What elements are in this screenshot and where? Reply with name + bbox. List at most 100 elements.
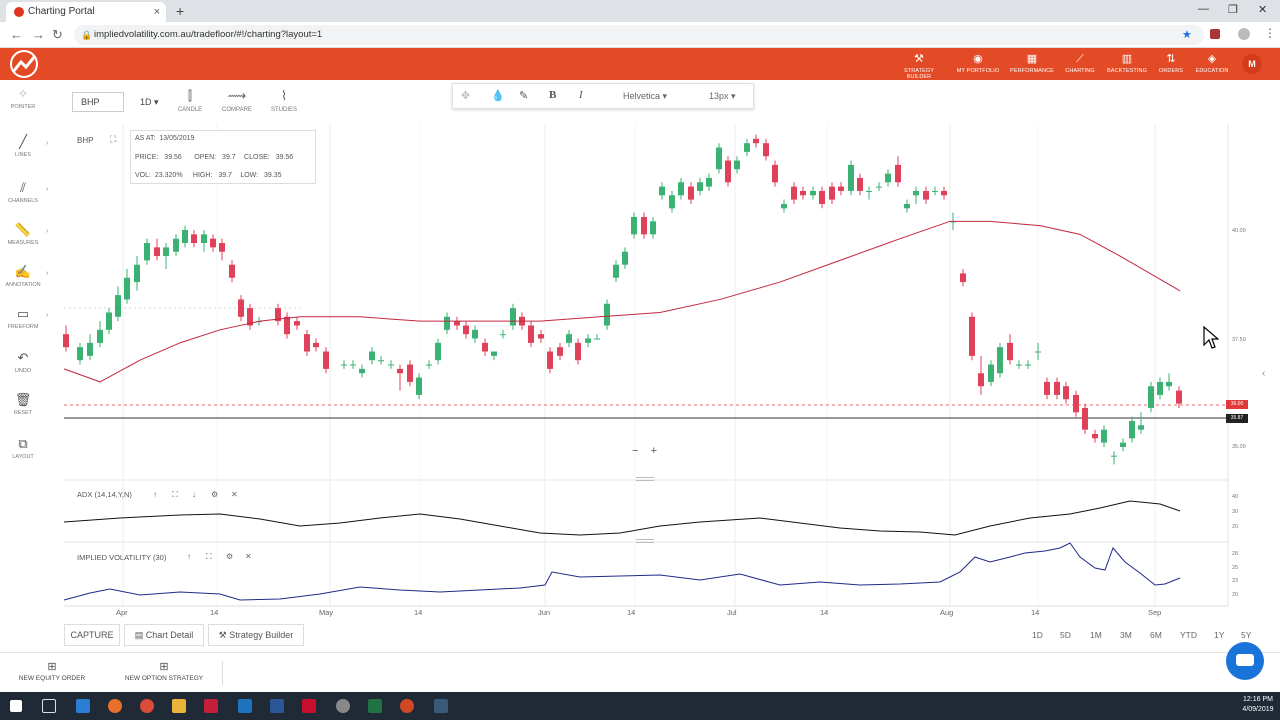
- timeframe-1y[interactable]: 1Y: [1214, 630, 1224, 640]
- pane-resize-handle[interactable]: [636, 477, 654, 481]
- word-icon[interactable]: [270, 699, 284, 713]
- app-icon[interactable]: [204, 699, 218, 713]
- timeframe-5y[interactable]: 5Y: [1241, 630, 1251, 640]
- timeframe-3m[interactable]: 3M: [1120, 630, 1132, 640]
- timeframe-ytd[interactable]: YTD: [1180, 630, 1197, 640]
- candle-body: [800, 190, 806, 196]
- pane-resize-handle[interactable]: [636, 539, 654, 543]
- candle-body: [622, 251, 628, 265]
- candle-body: [77, 347, 83, 361]
- windows-start-icon[interactable]: [10, 700, 22, 712]
- candle-body: [753, 138, 759, 144]
- chart-detail-button[interactable]: ▤ Chart Detail: [124, 624, 204, 646]
- clock-date: 4/09/2019: [1242, 706, 1274, 713]
- candle-body: [426, 364, 432, 366]
- x-axis-label: 14: [210, 608, 219, 617]
- app-icon[interactable]: [434, 699, 448, 713]
- candle-body: [585, 338, 591, 343]
- timeframe-1m[interactable]: 1M: [1090, 630, 1102, 640]
- x-axis-label: 14: [820, 608, 829, 617]
- candle-body: [923, 190, 929, 200]
- candle-body: [350, 364, 356, 366]
- app-icon[interactable]: [336, 699, 350, 713]
- candle-body: [63, 334, 69, 348]
- edge-icon[interactable]: [76, 699, 90, 713]
- adx-label: ADX (14,14,Y,N): [77, 490, 132, 499]
- candle-body: [388, 364, 394, 366]
- close-icon[interactable]: ✕: [245, 552, 252, 561]
- zoom-control: − +: [632, 445, 657, 457]
- candle-body: [659, 186, 665, 196]
- new-option-strategy-button[interactable]: ⊞ NEW OPTION STRATEGY: [120, 660, 208, 682]
- settings-gear-icon[interactable]: ⚙: [211, 490, 218, 499]
- chat-bubble-icon[interactable]: [1226, 642, 1264, 680]
- expand-icon[interactable]: ⛶: [172, 490, 178, 500]
- timeframe-1d[interactable]: 1D: [1032, 630, 1043, 640]
- price-value: 39.56: [164, 154, 182, 161]
- move-up-icon[interactable]: ↑: [153, 490, 157, 499]
- capture-button[interactable]: CAPTURE: [64, 624, 120, 646]
- x-axis-label: Jul: [727, 608, 737, 617]
- expand-icon[interactable]: ⛶: [206, 552, 212, 562]
- move-up-icon[interactable]: ↑: [187, 552, 191, 561]
- candle-body: [978, 373, 984, 387]
- candle-body: [650, 221, 656, 235]
- settings-gear-icon[interactable]: ⚙: [226, 552, 233, 561]
- candle-body: [969, 316, 975, 356]
- powerpoint-icon[interactable]: [400, 699, 414, 713]
- candle-body: [688, 186, 694, 200]
- price-label: PRICE:: [135, 154, 159, 161]
- candle-body: [725, 160, 731, 183]
- x-axis-label: 14: [627, 608, 636, 617]
- candle-body: [510, 308, 516, 326]
- last-price-tag: 36.00: [1226, 400, 1248, 409]
- candle-body: [810, 190, 816, 196]
- excel-icon[interactable]: [368, 699, 382, 713]
- acrobat-icon[interactable]: [302, 699, 316, 713]
- candle-body: [575, 342, 581, 361]
- x-axis-label: Jun: [538, 608, 551, 617]
- timeframe-6m[interactable]: 6M: [1150, 630, 1162, 640]
- chrome-icon[interactable]: [140, 699, 154, 713]
- candle-body: [1025, 364, 1031, 366]
- candle-body: [124, 277, 130, 300]
- strategy-builder-button[interactable]: ⚒ Strategy Builder: [208, 624, 304, 646]
- candle-body: [1092, 433, 1098, 439]
- new-equity-order-button[interactable]: ⊞ NEW EQUITY ORDER: [14, 660, 90, 682]
- task-view-icon[interactable]: [42, 699, 56, 713]
- candle-body: [1101, 429, 1107, 443]
- candle-body: [566, 334, 572, 343]
- candle-body: [904, 203, 910, 209]
- new-option-strategy-label: NEW OPTION STRATEGY: [124, 675, 204, 682]
- close-icon[interactable]: ✕: [231, 490, 238, 499]
- candle-body: [154, 247, 160, 257]
- candle-body: [1120, 442, 1126, 447]
- firefox-icon[interactable]: [108, 699, 122, 713]
- open-label: OPEN:: [194, 154, 217, 161]
- candle-body: [988, 364, 994, 382]
- candle-body: [115, 295, 121, 317]
- file-explorer-icon[interactable]: [172, 699, 186, 713]
- timeframe-5d[interactable]: 5D: [1060, 630, 1071, 640]
- candle-body: [829, 186, 835, 200]
- candle-body: [885, 173, 891, 183]
- x-axis-label: May: [319, 608, 334, 617]
- zoom-out-button[interactable]: −: [632, 445, 638, 457]
- move-down-icon[interactable]: ↓: [192, 490, 196, 499]
- candle-body: [819, 190, 825, 204]
- chart-canvas[interactable]: [0, 0, 1280, 620]
- candle-body: [435, 342, 441, 361]
- candle-body: [1044, 381, 1050, 395]
- high-label: HIGH:: [192, 172, 213, 179]
- expand-icon[interactable]: ⛶: [110, 134, 116, 145]
- candle-body: [941, 190, 947, 196]
- taskbar-clock[interactable]: 12:16 PM 4/09/2019: [1236, 695, 1280, 715]
- adx-axis-label: 20: [1232, 524, 1239, 530]
- outlook-icon[interactable]: [238, 699, 252, 713]
- calendar-icon: ▤: [134, 630, 144, 640]
- candle-body: [547, 351, 553, 369]
- strategy-builder-label: Strategy Builder: [229, 630, 294, 640]
- collapse-arrow-icon[interactable]: ‹: [1262, 368, 1265, 379]
- adx-axis-label: 40: [1232, 494, 1239, 500]
- zoom-in-button[interactable]: +: [651, 445, 657, 457]
